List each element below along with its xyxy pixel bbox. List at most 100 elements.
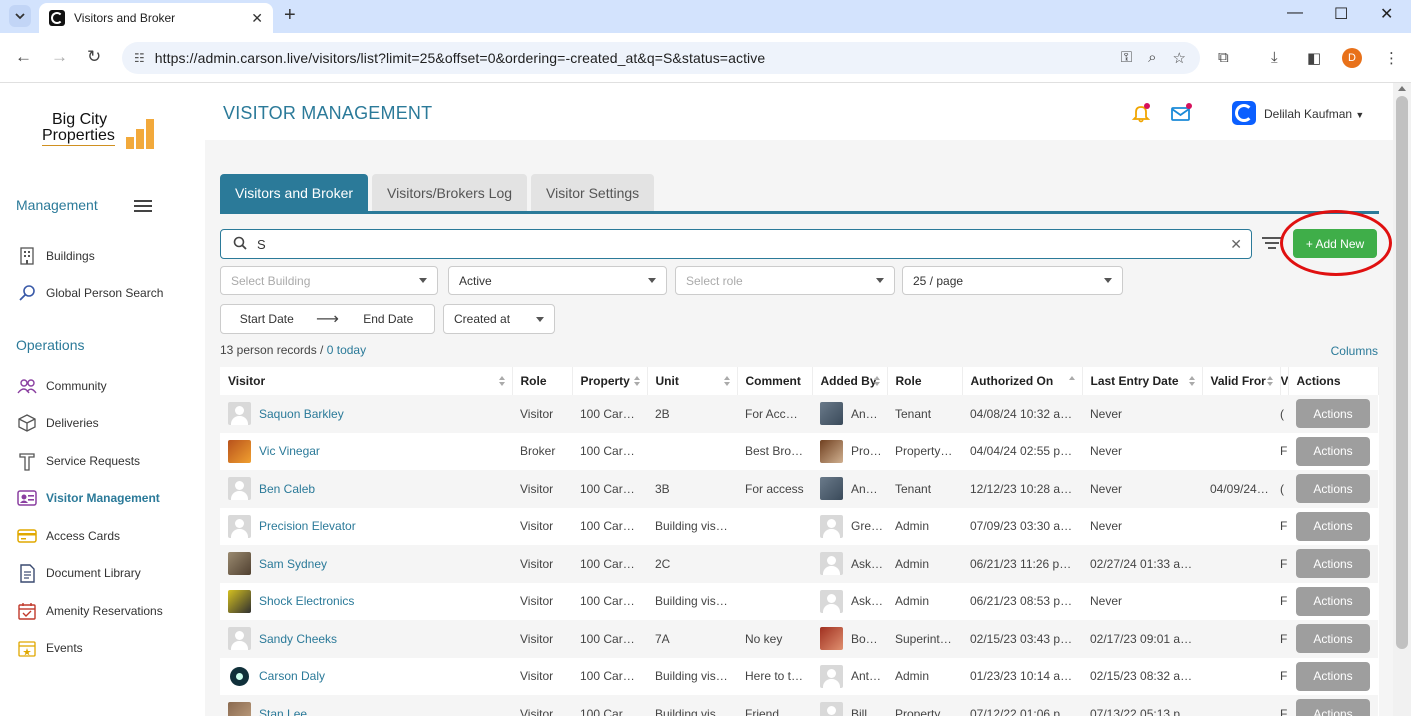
search-input[interactable] xyxy=(257,236,1231,252)
column-header-unit[interactable]: Unit xyxy=(647,367,738,395)
download-icon[interactable]: ⤓ xyxy=(1271,49,1278,66)
sort-icon[interactable] xyxy=(498,376,505,386)
actions-button[interactable]: Actions xyxy=(1296,699,1370,716)
key-icon[interactable]: ⚿ xyxy=(1121,49,1132,67)
sort-icon[interactable] xyxy=(633,376,640,386)
browser-menu-icon[interactable]: ⋮ xyxy=(1384,49,1399,67)
today-count-link[interactable]: 0 today xyxy=(327,343,366,357)
sidebar-item-access-cards[interactable]: Access Cards xyxy=(16,525,120,547)
tab-visitors-brokers-log[interactable]: Visitors/Brokers Log xyxy=(372,174,528,211)
bookmark-star-icon[interactable]: ☆ xyxy=(1173,49,1186,67)
new-tab-icon[interactable]: + xyxy=(284,5,296,25)
property-link[interactable]: 100 Cars… xyxy=(572,432,647,470)
actions-button[interactable]: Actions xyxy=(1296,549,1370,579)
sidebar-item-buildings[interactable]: Buildings xyxy=(16,245,95,267)
actions-button[interactable]: Actions xyxy=(1296,511,1370,541)
role-select[interactable]: Select role xyxy=(675,266,895,295)
company-logo[interactable]: Big City Properties xyxy=(40,111,160,155)
column-header-role[interactable]: Role xyxy=(512,367,573,395)
clear-search-icon[interactable]: ✕ xyxy=(1230,236,1242,253)
visitor-name-link[interactable]: Sam Sydney xyxy=(259,557,327,571)
actions-button[interactable]: Actions xyxy=(1296,436,1370,466)
minimize-icon[interactable]: — xyxy=(1287,4,1303,22)
reload-icon[interactable]: ↻ xyxy=(87,47,101,67)
property-link[interactable]: 100 Cars… xyxy=(572,470,647,508)
column-header-valid-until[interactable]: V xyxy=(1280,367,1289,395)
column-header-visitor[interactable]: Visitor xyxy=(220,367,513,395)
sidebar-item-global-person-search[interactable]: Global Person Search xyxy=(16,282,163,304)
unit-cell[interactable]: 2C xyxy=(647,545,737,583)
sidebar-item-deliveries[interactable]: Deliveries xyxy=(16,412,99,434)
page-size-select[interactable]: 25 / page xyxy=(902,266,1123,295)
actions-button[interactable]: Actions xyxy=(1296,624,1370,654)
scrollbar-thumb[interactable] xyxy=(1396,96,1408,649)
tab-visitors-and-broker[interactable]: Visitors and Broker xyxy=(220,174,369,211)
sort-icon[interactable] xyxy=(723,376,730,386)
unit-cell[interactable]: 3B xyxy=(647,470,737,508)
sidebar-item-community[interactable]: Community xyxy=(16,375,107,397)
column-header-authorized-on[interactable]: Authorized On xyxy=(962,367,1083,395)
column-header-last-entry-date[interactable]: Last Entry Date xyxy=(1082,367,1203,395)
property-link[interactable]: 100 Cars… xyxy=(572,620,647,658)
column-header-valid-from[interactable]: Valid Fror xyxy=(1202,367,1281,395)
actions-button[interactable]: Actions xyxy=(1296,586,1370,616)
visitor-name-link[interactable]: Carson Daly xyxy=(259,669,325,683)
page-scrollbar[interactable] xyxy=(1393,83,1411,716)
extensions-icon[interactable]: ⧉ xyxy=(1218,49,1229,66)
property-link[interactable]: 100 Cars… xyxy=(572,545,647,583)
address-bar[interactable]: ☷ https://admin.carson.live/visitors/lis… xyxy=(122,42,1200,74)
sort-ascending-icon[interactable] xyxy=(1068,376,1075,386)
visitor-name-link[interactable]: Precision Elevator xyxy=(259,519,356,533)
status-select[interactable]: Active xyxy=(448,266,667,295)
sidebar-item-events[interactable]: Events xyxy=(16,637,83,659)
sort-icon[interactable] xyxy=(1188,376,1195,386)
column-header-comment[interactable]: Comment xyxy=(737,367,813,395)
side-panel-icon[interactable]: ◧ xyxy=(1307,49,1321,67)
scroll-up-icon[interactable] xyxy=(1398,86,1406,91)
property-link[interactable]: 100 Cars… xyxy=(572,695,647,716)
tab-visitor-settings[interactable]: Visitor Settings xyxy=(531,174,655,211)
date-range-picker[interactable]: Start Date ⟶ End Date xyxy=(220,304,435,334)
column-header-property[interactable]: Property xyxy=(572,367,648,395)
actions-button[interactable]: Actions xyxy=(1296,399,1370,429)
mail-icon[interactable] xyxy=(1170,103,1192,123)
forward-icon[interactable]: → xyxy=(51,47,68,67)
site-settings-icon[interactable]: ☷ xyxy=(134,51,145,65)
url-text[interactable]: https://admin.carson.live/visitors/list?… xyxy=(155,50,766,66)
sort-icon[interactable] xyxy=(873,376,880,386)
column-header-added-by[interactable]: Added By xyxy=(812,367,888,395)
close-window-icon[interactable]: ✕ xyxy=(1380,4,1393,24)
maximize-icon[interactable]: ☐ xyxy=(1334,4,1348,24)
columns-link[interactable]: Columns xyxy=(1331,344,1378,358)
sidebar-item-visitor-management[interactable]: Visitor Management xyxy=(16,487,160,509)
tab-search-button[interactable] xyxy=(9,5,31,27)
visitor-name-link[interactable]: Stan Lee xyxy=(259,707,307,716)
back-icon[interactable]: ← xyxy=(15,47,32,67)
close-tab-icon[interactable]: ✕ xyxy=(251,10,263,27)
column-header-added-by-role[interactable]: Role xyxy=(887,367,963,395)
start-date-input[interactable]: Start Date xyxy=(221,312,313,326)
browser-tab[interactable]: Visitors and Broker ✕ xyxy=(39,3,273,33)
user-menu[interactable]: Delilah Kaufman ▼ xyxy=(1264,107,1364,121)
profile-avatar[interactable]: D xyxy=(1342,48,1362,68)
property-link[interactable]: 100 Cars… xyxy=(572,507,647,545)
unit-cell[interactable]: 7A xyxy=(647,620,737,658)
visitor-name-link[interactable]: Ben Caleb xyxy=(259,482,315,496)
hamburger-menu-icon[interactable] xyxy=(134,200,152,212)
actions-button[interactable]: Actions xyxy=(1296,474,1370,504)
property-link[interactable]: 100 Cars… xyxy=(572,395,647,433)
visitor-name-link[interactable]: Vic Vinegar xyxy=(259,444,320,458)
end-date-input[interactable]: End Date xyxy=(343,312,435,326)
user-org-logo[interactable] xyxy=(1232,101,1256,125)
unit-cell[interactable]: 2B xyxy=(647,395,737,433)
property-link[interactable]: 100 Cars… xyxy=(572,582,647,620)
sort-icon[interactable] xyxy=(1266,376,1273,386)
visitor-name-link[interactable]: Saquon Barkley xyxy=(259,407,344,421)
sidebar-item-amenity-reservations[interactable]: Amenity Reservations xyxy=(16,600,163,622)
actions-button[interactable]: Actions xyxy=(1296,661,1370,691)
order-by-select[interactable]: Created at xyxy=(443,304,555,334)
sidebar-item-service-requests[interactable]: Service Requests xyxy=(16,450,140,472)
building-select[interactable]: Select Building xyxy=(220,266,438,295)
search-box[interactable]: ✕ xyxy=(220,229,1252,259)
sidebar-item-document-library[interactable]: Document Library xyxy=(16,562,141,584)
